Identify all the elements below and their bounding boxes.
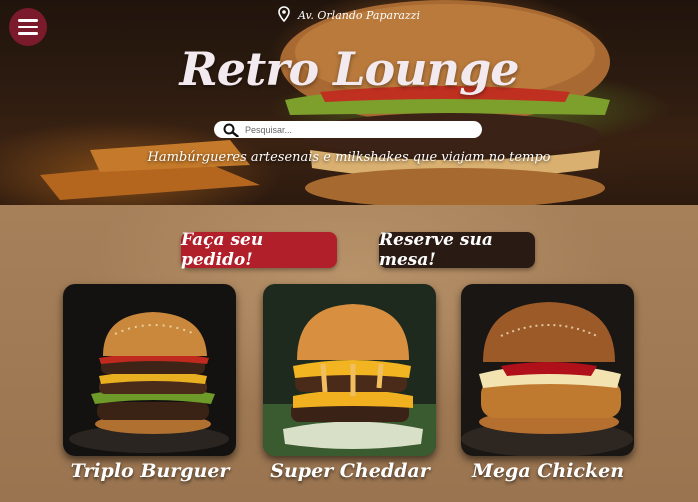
page-title: Retro Lounge [179, 42, 519, 96]
product-image-triplo-burguer [63, 284, 236, 456]
tagline: Hambúrgueres artesenais e milkshakes que… [147, 150, 551, 165]
reserve-button[interactable]: Reserve sua mesa! [379, 230, 535, 270]
location-text[interactable]: Av. Orlando Paparazzi [298, 9, 420, 22]
menu-icon-bar [18, 25, 38, 29]
product-name[interactable]: Mega Chicken [448, 460, 648, 482]
product-card-super-cheddar[interactable] [263, 284, 436, 456]
search-input[interactable] [245, 122, 465, 137]
product-name[interactable]: Triplo Burguer [50, 460, 250, 482]
menu-icon-bar [18, 32, 38, 35]
order-button[interactable]: Faça seu pedido! [181, 230, 337, 270]
hero-burger-image [40, 0, 610, 205]
location-header: Av. Orlando Paparazzi [0, 6, 698, 25]
product-image-super-cheddar [263, 284, 436, 456]
search-bar[interactable] [214, 121, 482, 138]
main-section: Faça seu pedido! Reserve sua mesa! Tripl… [0, 205, 698, 502]
hero-banner [0, 0, 698, 205]
product-card-triplo-burguer[interactable] [63, 284, 236, 456]
location-pin-icon [278, 6, 290, 25]
product-card-mega-chicken[interactable] [461, 284, 634, 456]
search-icon[interactable] [223, 123, 239, 137]
product-image-mega-chicken [461, 284, 634, 456]
product-name[interactable]: Super Cheddar [250, 460, 450, 482]
